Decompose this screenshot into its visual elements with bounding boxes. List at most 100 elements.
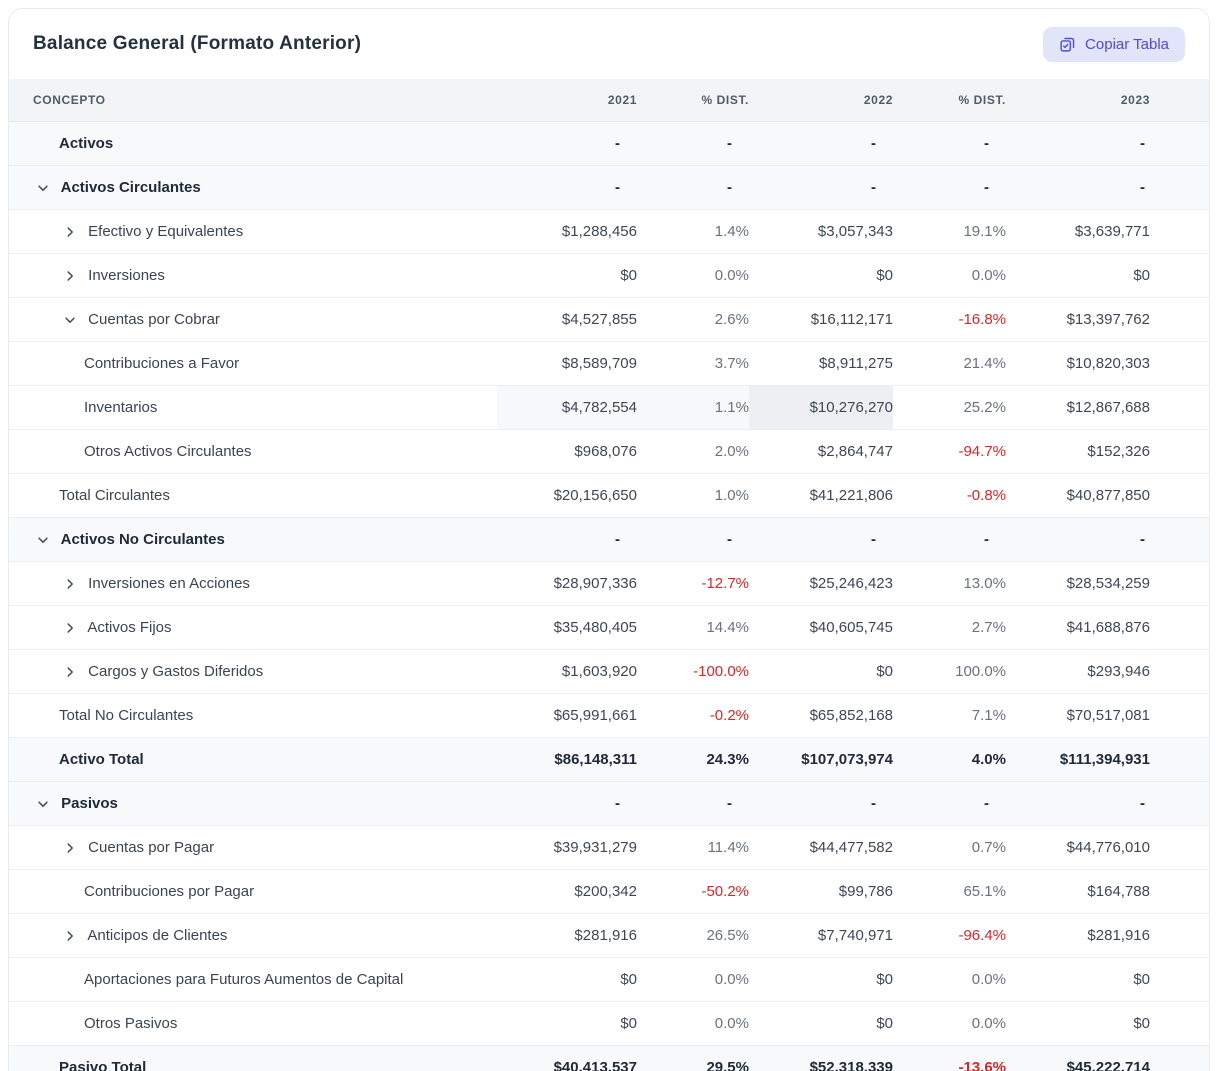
row-label: Pasivo Total (59, 1059, 146, 1071)
value-cell: 1.0% (637, 473, 749, 517)
value-cell: 19.1% (893, 209, 1006, 253)
chevron-right-icon[interactable] (62, 576, 78, 592)
value-cell: $164,788 (1006, 869, 1210, 913)
table-row[interactable]: Anticipos de Clientes $281,916 26.5% $7,… (9, 913, 1210, 957)
row-label-cell: Cuentas por Pagar (9, 825, 497, 869)
row-label-cell: Activos No Circulantes (9, 517, 497, 561)
table-row[interactable]: Inversiones en Acciones $28,907,336 -12.… (9, 561, 1210, 605)
value-cell: - (1006, 517, 1210, 561)
chevron-down-icon[interactable] (35, 180, 51, 196)
table-row: Inventarios $4,782,554 1.1% $10,276,270 … (9, 385, 1210, 429)
chevron-right-icon[interactable] (62, 664, 78, 680)
table-row[interactable]: Activos Circulantes - - - - - (9, 165, 1210, 209)
value-cell: -96.4% (893, 913, 1006, 957)
value-cell: $45,222,714 (1006, 1045, 1210, 1071)
value-cell: $44,477,582 (749, 825, 893, 869)
row-label: Pasivos (61, 795, 118, 812)
table-row[interactable]: Efectivo y Equivalentes $1,288,456 1.4% … (9, 209, 1210, 253)
value-cell: 0.0% (893, 253, 1006, 297)
value-cell: $65,991,661 (497, 693, 637, 737)
value-cell: $0 (749, 649, 893, 693)
table-row: Activos - - - - - (9, 121, 1210, 165)
value-cell: - (637, 517, 749, 561)
value-cell: -12.7% (637, 561, 749, 605)
value-cell: -16.8% (893, 297, 1006, 341)
value-cell: $40,413,537 (497, 1045, 637, 1071)
card-header: Balance General (Formato Anterior) Copia… (9, 9, 1209, 79)
chevron-down-icon[interactable] (35, 532, 51, 548)
value-cell: - (893, 517, 1006, 561)
table-row[interactable]: Cuentas por Cobrar $4,527,855 2.6% $16,1… (9, 297, 1210, 341)
chevron-right-icon[interactable] (62, 928, 78, 944)
chevron-down-icon[interactable] (35, 796, 51, 812)
table-row: Contribuciones por Pagar $200,342 -50.2%… (9, 869, 1210, 913)
row-label: Inventarios (84, 399, 157, 416)
row-label: Cuentas por Cobrar (88, 311, 220, 328)
col-header-concepto: CONCEPTO (9, 79, 497, 121)
row-label-cell: Activos Fijos (9, 605, 497, 649)
table-row[interactable]: Activos Fijos $35,480,405 14.4% $40,605,… (9, 605, 1210, 649)
row-label-cell: Total Circulantes (9, 473, 497, 517)
value-cell: $10,276,270 (749, 385, 893, 429)
row-label-cell: Pasivos (9, 781, 497, 825)
table-row[interactable]: Cargos y Gastos Diferidos $1,603,920 -10… (9, 649, 1210, 693)
row-label: Otros Activos Circulantes (84, 443, 252, 460)
table-row: Aportaciones para Futuros Aumentos de Ca… (9, 957, 1210, 1001)
value-cell: $4,527,855 (497, 297, 637, 341)
row-label: Total No Circulantes (59, 707, 193, 724)
value-cell: $0 (497, 1001, 637, 1045)
value-cell: $16,112,171 (749, 297, 893, 341)
chevron-right-icon[interactable] (62, 840, 78, 856)
value-cell: 0.0% (637, 957, 749, 1001)
col-header-2022: 2022 (749, 79, 893, 121)
table-row: Total Circulantes $20,156,650 1.0% $41,2… (9, 473, 1210, 517)
row-label-cell: Activos Circulantes (9, 165, 497, 209)
row-label-cell: Inversiones en Acciones (9, 561, 497, 605)
value-cell: - (1006, 165, 1210, 209)
row-label: Total Circulantes (59, 487, 170, 504)
value-cell: -100.0% (637, 649, 749, 693)
table-row: Otros Activos Circulantes $968,076 2.0% … (9, 429, 1210, 473)
value-cell: $10,820,303 (1006, 341, 1210, 385)
value-cell: $0 (1006, 253, 1210, 297)
value-cell: $968,076 (497, 429, 637, 473)
value-cell: - (1006, 121, 1210, 165)
chevron-right-icon[interactable] (62, 268, 78, 284)
value-cell: $39,931,279 (497, 825, 637, 869)
table-row[interactable]: Pasivos - - - - - (9, 781, 1210, 825)
row-label-cell: Cuentas por Cobrar (9, 297, 497, 341)
row-label-cell: Contribuciones a Favor (9, 341, 497, 385)
value-cell: - (749, 781, 893, 825)
value-cell: 2.0% (637, 429, 749, 473)
value-cell: $0 (497, 253, 637, 297)
value-cell: $1,603,920 (497, 649, 637, 693)
row-label-cell: Anticipos de Clientes (9, 913, 497, 957)
value-cell: - (893, 781, 1006, 825)
row-label: Activos Circulantes (61, 179, 201, 196)
value-cell: - (497, 517, 637, 561)
row-label: Inversiones en Acciones (88, 575, 250, 592)
chevron-down-icon[interactable] (62, 312, 78, 328)
row-label: Activos Fijos (87, 619, 171, 636)
value-cell: $4,782,554 (497, 385, 637, 429)
value-cell: $28,534,259 (1006, 561, 1210, 605)
table-row[interactable]: Inversiones $0 0.0% $0 0.0% $0 (9, 253, 1210, 297)
table-row[interactable]: Cuentas por Pagar $39,931,279 11.4% $44,… (9, 825, 1210, 869)
value-cell: 0.0% (893, 957, 1006, 1001)
value-cell: 2.6% (637, 297, 749, 341)
value-cell: 3.7% (637, 341, 749, 385)
chevron-right-icon[interactable] (62, 224, 78, 240)
chevron-right-icon[interactable] (62, 620, 78, 636)
page-title: Balance General (Formato Anterior) (33, 33, 361, 55)
value-cell: -94.7% (893, 429, 1006, 473)
value-cell: 100.0% (893, 649, 1006, 693)
row-label-cell: Activos (9, 121, 497, 165)
row-label-cell: Cargos y Gastos Diferidos (9, 649, 497, 693)
value-cell: $3,057,343 (749, 209, 893, 253)
row-label-cell: Contribuciones por Pagar (9, 869, 497, 913)
row-label: Efectivo y Equivalentes (88, 223, 243, 240)
copy-table-button[interactable]: Copiar Tabla (1043, 27, 1185, 62)
value-cell: - (749, 517, 893, 561)
value-cell: $152,326 (1006, 429, 1210, 473)
table-row[interactable]: Activos No Circulantes - - - - - (9, 517, 1210, 561)
